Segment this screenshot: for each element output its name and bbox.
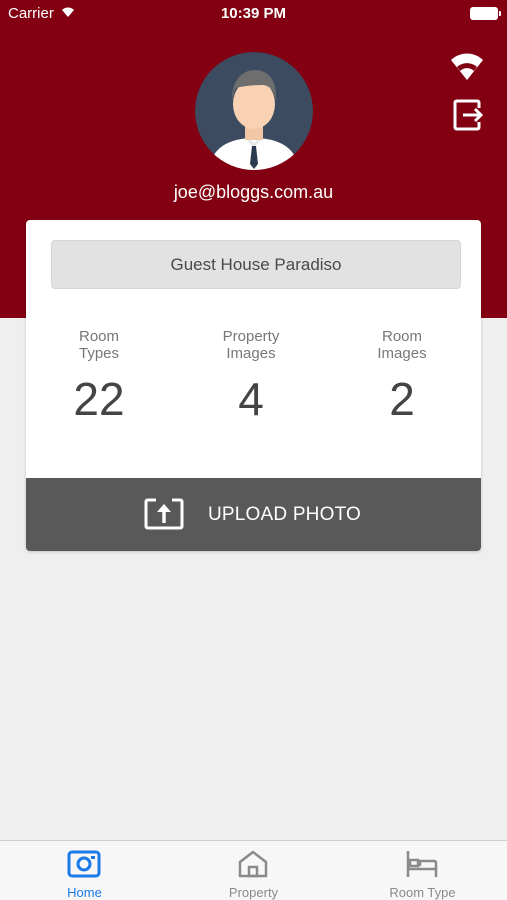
stat-label-line2: Images <box>226 345 276 362</box>
stat-label-line1: Room <box>78 328 119 345</box>
status-bar: Carrier 10:39 PM <box>0 0 507 28</box>
property-selector[interactable]: Guest House Paradiso <box>51 240 461 289</box>
stat-label: Property Images <box>181 328 321 364</box>
stat-room-types: Room Types 22 <box>29 328 169 424</box>
tab-label: Home <box>67 885 102 900</box>
tab-bar: Home Property Room Type <box>0 840 507 900</box>
camera-icon <box>67 850 101 878</box>
battery-icon <box>470 7 501 20</box>
upload-photo-label: UPLOAD PHOTO <box>208 504 362 525</box>
property-card: Guest House Paradiso Room Types 22 Prope… <box>26 220 481 551</box>
stat-value: 22 <box>73 373 125 425</box>
tab-home[interactable]: Home <box>0 841 169 900</box>
logout-icon[interactable] <box>452 98 484 132</box>
tab-label: Property <box>228 885 279 900</box>
bed-icon <box>406 851 438 877</box>
upload-icon <box>143 497 185 531</box>
tab-property[interactable]: Property <box>169 841 338 900</box>
tab-label: Room Type <box>389 885 456 900</box>
avatar[interactable] <box>195 52 313 170</box>
user-email: joe@bloggs.com.au <box>173 182 334 202</box>
stat-label-line2: Types <box>78 345 120 362</box>
stat-label-line2: Images <box>377 345 427 362</box>
stat-label: Room Types <box>29 328 169 364</box>
stats-row: Room Types 22 Property Images 4 Room Ima… <box>26 328 481 438</box>
stat-label-line1: Room <box>381 328 422 345</box>
status-time: 10:39 PM <box>220 5 287 22</box>
stat-label: Room Images <box>332 328 472 364</box>
house-icon <box>238 850 268 878</box>
stat-label-line1: Property <box>222 328 280 345</box>
stat-room-images: Room Images 2 <box>332 328 472 424</box>
screen: Carrier 10:39 PM joe@bloggs.com.au Guest… <box>0 0 507 900</box>
stat-value: 4 <box>238 373 264 425</box>
upload-photo-button[interactable]: UPLOAD PHOTO <box>26 478 481 551</box>
stat-property-images: Property Images 4 <box>181 328 321 424</box>
tab-room-type[interactable]: Room Type <box>338 841 507 900</box>
stat-value: 2 <box>389 373 415 425</box>
wifi-icon[interactable] <box>448 48 486 82</box>
